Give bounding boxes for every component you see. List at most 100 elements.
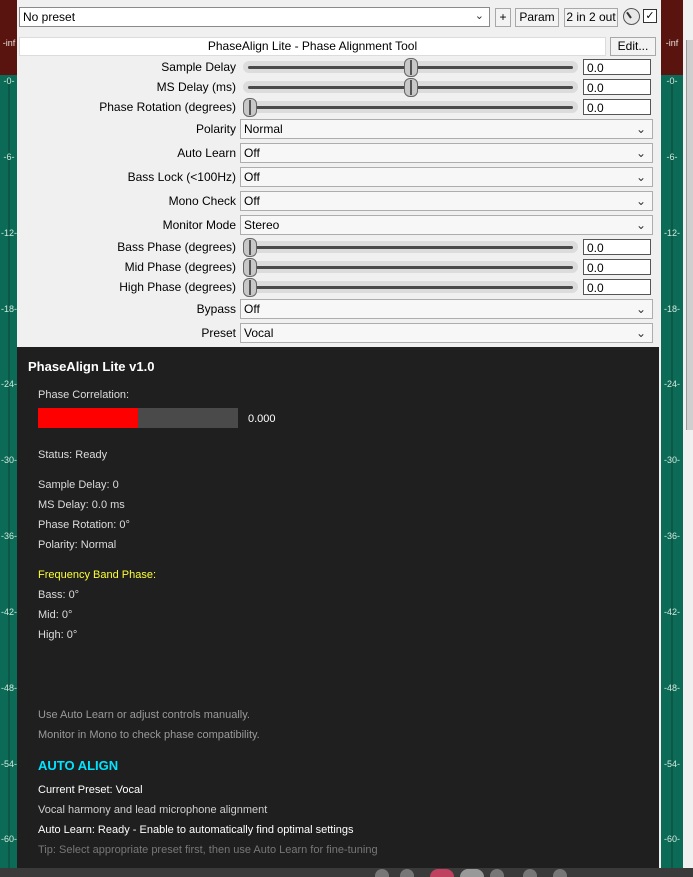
- monitor-mode-select[interactable]: Stereo ⌄: [240, 215, 653, 235]
- right-meter-tick: -60-: [663, 834, 680, 844]
- preset-value: Vocal: [244, 326, 274, 340]
- pause-icon[interactable]: [553, 869, 567, 877]
- auto-align-heading: AUTO ALIGN: [38, 758, 119, 773]
- phase-rotation-readout: Phase Rotation: 0°: [38, 519, 130, 531]
- chevron-down-icon: ⌄: [635, 146, 646, 160]
- left-meter-tick: -54-: [0, 759, 17, 769]
- sample-delay-slider[interactable]: [243, 58, 578, 77]
- right-meter-tick: -6-: [666, 152, 678, 162]
- slider-thumb[interactable]: [243, 258, 257, 277]
- auto-learn-label: Auto Learn: [177, 146, 236, 160]
- slider-thumb[interactable]: [403, 58, 418, 77]
- bass-lock-select[interactable]: Off ⌄: [240, 167, 653, 187]
- phase-rotation-slider[interactable]: [243, 98, 578, 117]
- slider-thumb[interactable]: [403, 78, 418, 97]
- ms-delay-value[interactable]: 0.0: [583, 79, 651, 95]
- chevron-down-icon: ⌄: [635, 170, 646, 184]
- stop-icon[interactable]: [523, 869, 537, 877]
- monitor-mode-label: Monitor Mode: [162, 218, 236, 232]
- preset-select[interactable]: Vocal ⌄: [240, 323, 653, 343]
- sample-delay-value[interactable]: 0.0: [583, 59, 651, 75]
- current-preset-text: Current Preset: Vocal: [38, 784, 143, 796]
- bass-phase-label: Bass Phase (degrees): [117, 240, 236, 254]
- slider-thumb[interactable]: [243, 278, 257, 297]
- mid-phase-value[interactable]: 0.0: [583, 259, 651, 275]
- status-text: Status: Ready: [38, 449, 108, 461]
- left-meter-tick: -30-: [0, 455, 17, 465]
- right-level-meter: -inf -0- -6- -12- -18- -24- -30- -36- -4…: [661, 0, 683, 870]
- display-title: PhaseAlign Lite v1.0: [28, 359, 155, 374]
- preset-dropdown[interactable]: No preset ⌄: [19, 7, 490, 27]
- chevron-down-icon: ⌄: [635, 194, 646, 208]
- high-phase-slider[interactable]: [243, 278, 578, 297]
- right-meter-peak-label: -inf: [665, 38, 679, 48]
- ms-delay-slider[interactable]: [243, 78, 578, 97]
- high-phase-value[interactable]: 0.0: [583, 279, 651, 295]
- phase-rotation-value[interactable]: 0.0: [583, 99, 651, 115]
- auto-learn-value: Off: [244, 146, 260, 160]
- rewind-icon[interactable]: [375, 869, 389, 877]
- correlation-meter: [38, 408, 238, 428]
- forward-icon[interactable]: [400, 869, 414, 877]
- bypass-select[interactable]: Off ⌄: [240, 299, 653, 319]
- right-meter-tick: -30-: [663, 455, 680, 465]
- ms-delay-readout: MS Delay: 0.0 ms: [38, 499, 125, 511]
- polarity-select[interactable]: Normal ⌄: [240, 119, 653, 139]
- io-routing-button[interactable]: 2 in 2 out: [564, 8, 618, 27]
- mono-check-label: Mono Check: [168, 194, 236, 208]
- play-icon[interactable]: [460, 869, 484, 877]
- right-meter-tick: -48-: [663, 683, 680, 693]
- left-meter-peak-label: -inf: [2, 38, 16, 48]
- tip-text: Tip: Select appropriate preset first, th…: [38, 844, 378, 856]
- edit-button[interactable]: Edit...: [610, 37, 656, 56]
- chevron-down-icon: ⌄: [635, 302, 646, 316]
- right-meter-tick: -54-: [663, 759, 680, 769]
- sample-delay-label: Sample Delay: [161, 60, 236, 74]
- right-meter-tick: -0-: [666, 76, 678, 86]
- preset-description: Vocal harmony and lead microphone alignm…: [38, 804, 268, 816]
- left-meter-tick: -60-: [0, 834, 17, 844]
- plugin-title: PhaseAlign Lite - Phase Alignment Tool: [19, 37, 606, 56]
- bass-phase-value[interactable]: 0.0: [583, 239, 651, 255]
- mid-phase-slider[interactable]: [243, 258, 578, 277]
- auto-learn-status: Auto Learn: Ready - Enable to automatica…: [38, 824, 354, 836]
- hint-text: Use Auto Learn or adjust controls manual…: [38, 709, 250, 721]
- mono-check-value: Off: [244, 194, 260, 208]
- slider-thumb[interactable]: [243, 98, 257, 117]
- chevron-down-icon: ⌄: [635, 218, 646, 232]
- left-meter-tick: -24-: [0, 379, 17, 389]
- left-meter-tick: -42-: [0, 607, 17, 617]
- right-meter-tick: -36-: [663, 531, 680, 541]
- param-button[interactable]: Param: [515, 8, 559, 27]
- enable-checkbox[interactable]: ✓: [643, 9, 657, 23]
- right-meter-tick: -12-: [663, 228, 680, 238]
- correlation-meter-fill: [38, 408, 138, 428]
- record-icon[interactable]: [430, 869, 454, 877]
- auto-learn-select[interactable]: Off ⌄: [240, 143, 653, 163]
- scrollbar-thumb[interactable]: [686, 40, 693, 430]
- wet-dry-knob-icon[interactable]: [623, 8, 640, 25]
- left-meter-tick: -36-: [0, 531, 17, 541]
- loop-icon[interactable]: [490, 869, 504, 877]
- plugin-display: PhaseAlign Lite v1.0 Phase Correlation: …: [17, 347, 659, 868]
- bass-lock-label: Bass Lock (<100Hz): [127, 170, 236, 184]
- high-readout: High: 0°: [38, 629, 78, 641]
- polarity-label: Polarity: [195, 122, 236, 136]
- bass-phase-slider[interactable]: [243, 238, 578, 257]
- correlation-value: 0.000: [248, 413, 276, 425]
- right-meter-tick: -24-: [663, 379, 680, 389]
- hint-text: Monitor in Mono to check phase compatibi…: [38, 729, 260, 741]
- bass-lock-value: Off: [244, 170, 260, 184]
- chevron-down-icon: ⌄: [635, 122, 646, 136]
- add-preset-button[interactable]: +: [495, 8, 511, 27]
- right-meter-tick: -42-: [663, 607, 680, 617]
- mid-phase-label: Mid Phase (degrees): [124, 260, 236, 274]
- chevron-down-icon: ⌄: [474, 10, 484, 22]
- mid-readout: Mid: 0°: [38, 609, 73, 621]
- mono-check-select[interactable]: Off ⌄: [240, 191, 653, 211]
- right-meter-tick: -18-: [663, 304, 680, 314]
- slider-thumb[interactable]: [243, 238, 257, 257]
- polarity-value: Normal: [244, 122, 283, 136]
- transport-bar: [0, 868, 693, 877]
- polarity-readout: Polarity: Normal: [38, 539, 117, 551]
